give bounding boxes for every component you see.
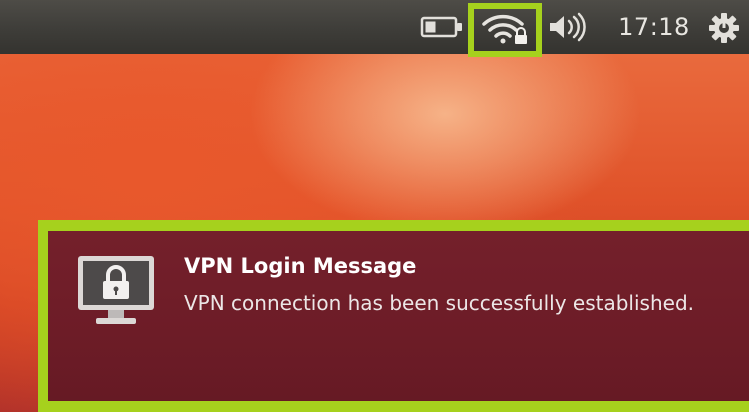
clock[interactable]: 17:18 [612, 8, 696, 46]
network-indicator[interactable] [478, 10, 534, 46]
screen: 17:18 VPN Login Message VPN connection h… [0, 0, 749, 412]
battery-icon [420, 16, 462, 38]
session-menu[interactable] [704, 10, 744, 46]
wifi-lock-icon [482, 14, 527, 44]
volume-icon [550, 12, 586, 42]
battery-indicator[interactable] [419, 14, 467, 40]
top-panel: 17:18 [0, 0, 749, 57]
notification-body: VPN connection has been successfully est… [184, 291, 694, 315]
volume-indicator[interactable] [546, 12, 594, 42]
gear-icon [709, 13, 739, 43]
lock-monitor-icon [74, 248, 158, 332]
notification-title: VPN Login Message [184, 254, 417, 278]
